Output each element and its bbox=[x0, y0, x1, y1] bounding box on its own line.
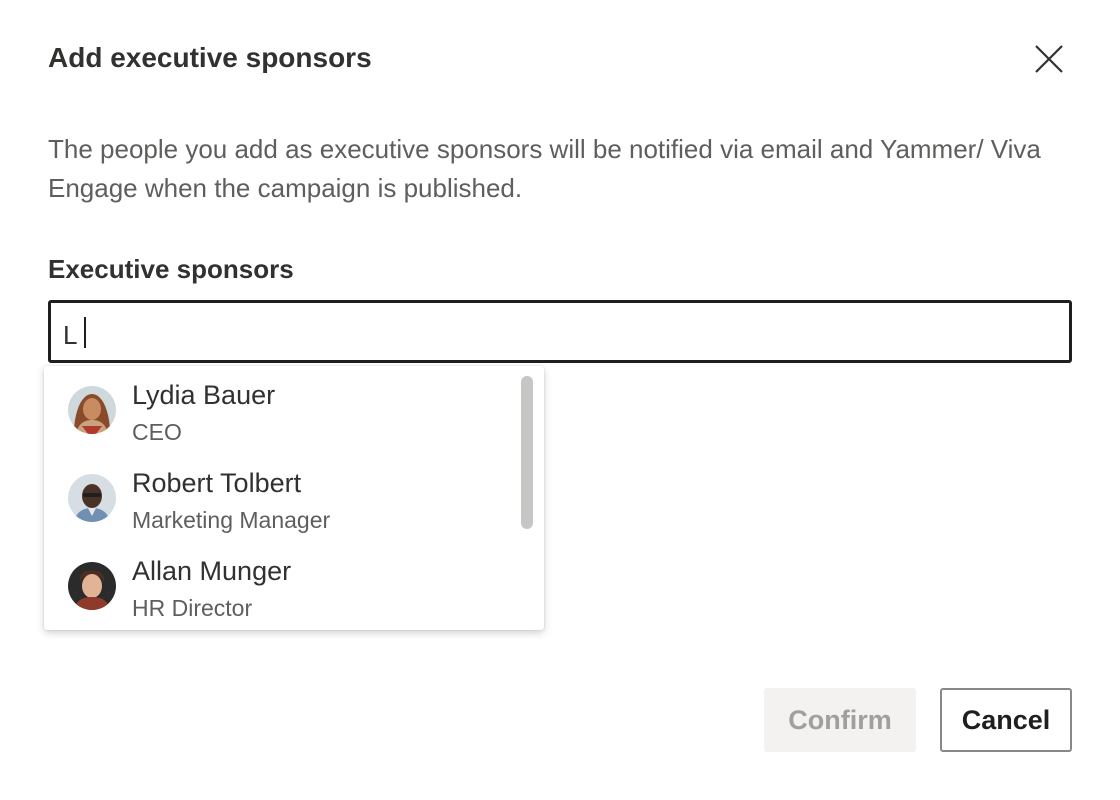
suggestion-item[interactable]: Robert Tolbert Marketing Manager bbox=[44, 454, 524, 542]
executive-sponsors-input[interactable]: L bbox=[48, 300, 1072, 363]
close-button[interactable] bbox=[1026, 38, 1070, 82]
suggestion-name: Lydia Bauer bbox=[132, 380, 276, 410]
executive-sponsors-label: Executive sponsors bbox=[48, 254, 294, 284]
add-executive-sponsors-dialog: Add executive sponsors The people you ad… bbox=[0, 0, 1120, 800]
close-icon bbox=[1026, 45, 1070, 85]
suggestion-name: Allan Munger bbox=[132, 556, 292, 586]
suggestion-role: HR Director bbox=[132, 595, 253, 621]
person-avatar-icon bbox=[68, 386, 116, 434]
dialog-description: The people you add as executive sponsors… bbox=[48, 134, 1041, 203]
confirm-button[interactable]: Confirm bbox=[764, 688, 916, 752]
suggestion-item[interactable]: Allan Munger HR Director bbox=[44, 542, 524, 630]
input-typed-text: L bbox=[63, 320, 78, 350]
suggestions-scrollbar[interactable] bbox=[521, 376, 533, 529]
suggestion-role: Marketing Manager bbox=[132, 507, 331, 533]
cancel-button[interactable]: Cancel bbox=[940, 688, 1072, 752]
suggestion-role: CEO bbox=[132, 419, 182, 445]
dialog-title: Add executive sponsors bbox=[48, 42, 372, 73]
text-caret bbox=[84, 317, 86, 348]
suggestion-item[interactable]: Lydia Bauer CEO bbox=[44, 366, 524, 454]
person-avatar-icon bbox=[68, 562, 116, 610]
suggestions-dropdown: Lydia Bauer CEO Robert Tolbert Marketing… bbox=[44, 366, 544, 630]
person-avatar-icon bbox=[68, 474, 116, 522]
suggestion-name: Robert Tolbert bbox=[132, 468, 302, 498]
